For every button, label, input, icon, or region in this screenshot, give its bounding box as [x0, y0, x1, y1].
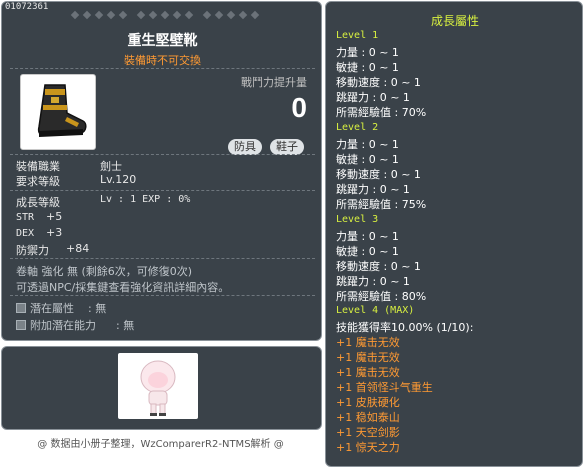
star-force-row	[70, 10, 260, 20]
skill-item: +1 首领怪斗气重生	[336, 381, 433, 394]
level-4-header: Level 4 (MAX)	[336, 305, 415, 316]
growth-level-value: Lv : 1 EXP : 0%	[100, 194, 191, 205]
trade-restriction: 裝備時不可交換	[124, 54, 201, 67]
divider	[10, 258, 315, 260]
star-icon	[118, 10, 128, 20]
potential-icon	[16, 303, 26, 313]
divider	[10, 154, 315, 156]
star-icon	[160, 10, 170, 20]
level-2-line: 力量 : 0 ~ 1	[336, 138, 399, 151]
stat-row-str: STR +5	[16, 210, 62, 223]
level-2-line: 移動速度 : 0 ~ 1	[336, 168, 421, 181]
extra-potential-row: 附加潛在能力 : 無	[16, 317, 134, 333]
level-3-line: 敏捷 : 0 ~ 1	[336, 245, 399, 258]
divider	[10, 295, 315, 297]
growth-title: 成長屬性	[430, 14, 479, 28]
stat-value: +5	[46, 210, 63, 223]
level-1-line: 移動速度 : 0 ~ 1	[336, 76, 421, 89]
level-2-line: 所需經驗值 : 75%	[336, 198, 427, 211]
skill-item: +1 魔击无效	[336, 351, 400, 364]
star-icon	[214, 10, 224, 20]
level-2-header: Level 2	[336, 122, 379, 133]
req-level-value: Lv.120	[100, 173, 137, 186]
tag-shoes: 鞋子	[270, 139, 304, 155]
star-icon	[82, 10, 92, 20]
level-4-line: 技能獲得率10.00% (1/10):	[336, 321, 474, 334]
level-3-line: 所需經驗值 : 80%	[336, 290, 427, 303]
star-icon	[238, 10, 248, 20]
level-3-header: Level 3	[336, 214, 379, 225]
avatar-preview-panel	[1, 346, 322, 430]
skill-item: +1 惊天之力	[336, 441, 400, 454]
level-1-line: 跳躍力 : 0 ~ 1	[336, 91, 410, 104]
data-source-footer: @ 数据由小册子整理，WzComparerR2-NTMS解析 @	[37, 439, 284, 450]
tag-armor: 防具	[228, 139, 262, 155]
star-icon	[226, 10, 236, 20]
item-tooltip-panel: 01072361 重生堅壁靴 裝備時不可交換 戰鬥力提升量 0 防具 鞋子 裝備…	[1, 1, 322, 341]
scroll-info: 卷軸 強化 無 (剩餘6次，可修復0次)	[16, 265, 193, 278]
extra-potential-icon	[16, 320, 26, 330]
npc-info: 可透過NPC/採集鍵查看強化資訊詳細內容。	[16, 281, 230, 294]
level-3-line: 跳躍力 : 0 ~ 1	[336, 275, 410, 288]
star-icon	[136, 10, 146, 20]
extra-potential-label: 附加潛在能力	[30, 319, 96, 332]
level-2-line: 跳躍力 : 0 ~ 1	[336, 183, 410, 196]
level-1-line: 敏捷 : 0 ~ 1	[336, 61, 399, 74]
job-row: 裝備職業 劍士	[16, 158, 122, 174]
star-icon	[172, 10, 182, 20]
avatar-frame	[118, 353, 198, 419]
potential-value: : 無	[88, 302, 107, 315]
level-2-line: 敏捷 : 0 ~ 1	[336, 153, 399, 166]
item-icon-frame	[20, 74, 96, 150]
stat-name: 防禦力	[16, 244, 49, 257]
star-icon	[250, 10, 260, 20]
power-increase-label: 戰鬥力提升量	[241, 76, 307, 89]
item-name: 重生堅壁靴	[127, 33, 198, 49]
stat-value: +84	[66, 242, 90, 255]
level-1-line: 所需經驗值 : 70%	[336, 106, 427, 119]
potential-row: 潛在屬性 : 無	[16, 300, 106, 316]
star-icon	[148, 10, 158, 20]
skill-item: +1 天空剑影	[336, 426, 400, 439]
job-label: 裝備職業	[16, 160, 60, 173]
stat-value: +3	[46, 226, 63, 239]
star-icon	[106, 10, 116, 20]
growth-attributes-panel: 成長屬性 Level 1 力量 : 0 ~ 1 敏捷 : 0 ~ 1 移動速度 …	[325, 1, 583, 467]
job-value: 劍士	[100, 160, 122, 173]
star-icon	[70, 10, 80, 20]
character-avatar	[140, 360, 176, 416]
potential-label: 潛在屬性	[30, 302, 74, 315]
level-1-line: 力量 : 0 ~ 1	[336, 46, 399, 59]
extra-potential-value: : 無	[116, 319, 135, 332]
skill-item: +1 魔击无效	[336, 336, 400, 349]
stat-row-dex: DEX +3	[16, 226, 62, 239]
stat-row-defense: 防禦力 +84	[16, 242, 89, 258]
skill-item: +1 稳如泰山	[336, 411, 400, 424]
divider	[10, 190, 315, 192]
req-level-row: 要求等級 Lv.120	[16, 173, 136, 189]
star-icon	[202, 10, 212, 20]
req-level-label: 要求等級	[16, 175, 60, 188]
skill-item: +1 魔击无效	[336, 366, 400, 379]
skill-item: +1 皮肤硬化	[336, 396, 400, 409]
divider	[10, 68, 315, 70]
level-1-header: Level 1	[336, 30, 379, 41]
growth-level-label: 成長等級	[16, 196, 60, 209]
level-3-line: 移動速度 : 0 ~ 1	[336, 260, 421, 273]
power-increase-value: 0	[291, 92, 307, 123]
growth-level-row: 成長等級 Lv : 1 EXP : 0%	[16, 194, 190, 210]
level-3-line: 力量 : 0 ~ 1	[336, 230, 399, 243]
stat-name: DEX	[16, 228, 35, 239]
star-icon	[94, 10, 104, 20]
boot-icon	[37, 84, 87, 137]
item-id: 01072361	[5, 2, 49, 12]
stat-name: STR	[16, 212, 35, 223]
star-icon	[184, 10, 194, 20]
